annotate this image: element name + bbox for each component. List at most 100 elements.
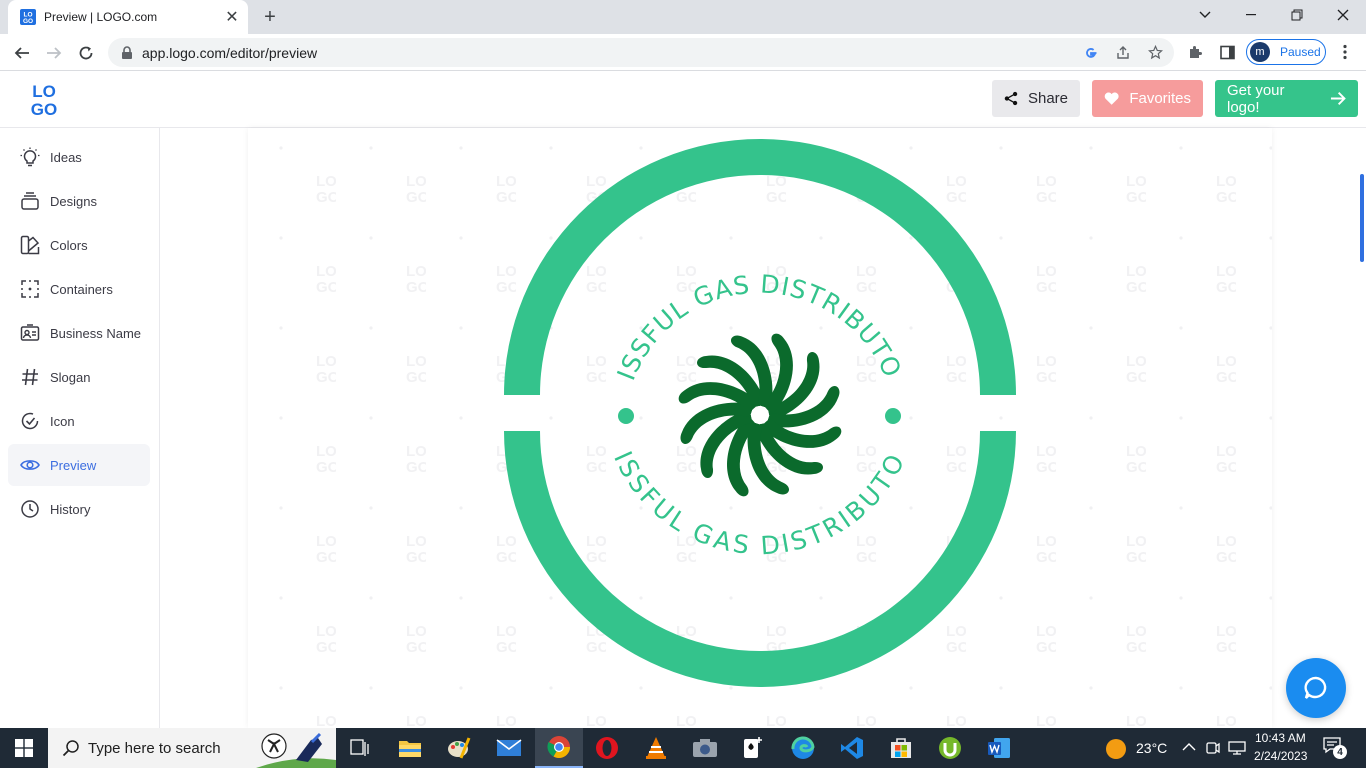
chat-support-button[interactable] (1286, 658, 1346, 718)
solitaire-icon[interactable] (729, 728, 777, 768)
url-text: app.logo.com/editor/preview (142, 44, 318, 61)
sidebar-item-colors[interactable]: Colors (8, 224, 150, 266)
heart-icon (1104, 92, 1119, 105)
temperature[interactable]: 23°C (1136, 740, 1167, 756)
search-highlight-image-icon (256, 728, 336, 768)
sidebar-item-preview[interactable]: Preview (8, 444, 150, 486)
avatar: m (1250, 42, 1270, 62)
sidebar-item-business-name[interactable]: Business Name (8, 312, 150, 354)
right-dot (885, 408, 901, 424)
network-icon[interactable] (1228, 740, 1246, 756)
get-your-logo-button[interactable]: Get your logo! (1215, 80, 1358, 117)
sidebar-item-label: Designs (50, 193, 97, 209)
sidebar-item-label: Business Name (50, 325, 142, 341)
sidebar-item-label: History (50, 501, 91, 517)
profile-status: Paused (1280, 45, 1321, 59)
utorrent-icon[interactable] (926, 728, 974, 768)
svg-text:LO: LO (32, 82, 56, 101)
vlc-icon[interactable] (632, 728, 680, 768)
svg-text:GO: GO (23, 18, 33, 25)
scrollbar-thumb[interactable] (1360, 174, 1364, 262)
svg-text:GO: GO (31, 100, 57, 117)
side-panel-icon[interactable] (1214, 39, 1240, 65)
clock-date[interactable]: 2/24/2023 (1254, 749, 1307, 763)
camera-icon[interactable] (681, 728, 729, 768)
windows-start-button[interactable] (0, 728, 48, 768)
forward-arrow-icon[interactable] (40, 39, 68, 67)
google-icon[interactable] (1078, 40, 1104, 66)
search-placeholder: Type here to search (88, 739, 221, 757)
clock-icon (21, 500, 39, 518)
sidebar-item-ideas[interactable]: Ideas (8, 136, 150, 178)
address-bar[interactable]: app.logo.com/editor/preview (108, 38, 1174, 67)
microsoft-store-icon[interactable] (877, 728, 925, 768)
edge-icon[interactable] (779, 728, 827, 768)
tab-close-icon[interactable]: ✕ (222, 7, 242, 27)
mail-icon[interactable] (485, 728, 533, 768)
sidebar-item-icon[interactable]: Icon (8, 400, 150, 442)
sidebar-item-label: Preview (50, 457, 97, 473)
windows-taskbar: Type here to search 23°C 10:43 AM 2/24/2… (0, 728, 1366, 768)
favorites-label: Favorites (1129, 90, 1191, 107)
favorites-button[interactable]: Favorites (1092, 80, 1203, 117)
new-tab-button[interactable]: + (258, 5, 282, 29)
get-logo-label: Get your logo! (1227, 81, 1285, 116)
browser-toolbar: app.logo.com/editor/preview m Paused (0, 34, 1366, 71)
weather-sun-icon[interactable] (1105, 738, 1127, 760)
tab-search-chevron-icon[interactable] (1182, 0, 1228, 30)
share-page-icon[interactable] (1110, 40, 1136, 66)
show-hidden-icons-chevron-icon[interactable] (1182, 742, 1196, 752)
logo-preview-canvas: LO GO (248, 128, 1272, 728)
logo-com-logo[interactable]: LO GO (26, 81, 62, 117)
lightbulb-icon (20, 147, 40, 167)
left-dot (618, 408, 634, 424)
reload-icon[interactable] (72, 39, 100, 67)
file-explorer-icon[interactable] (386, 728, 434, 768)
paint-icon[interactable] (435, 728, 483, 768)
restore-button[interactable] (1274, 0, 1320, 30)
windows-logo-icon (15, 739, 33, 757)
back-arrow-icon[interactable] (8, 39, 36, 67)
search-icon (62, 740, 79, 757)
extensions-puzzle-icon[interactable] (1182, 39, 1208, 65)
logo-preview-svg: LO GO (248, 128, 1272, 728)
minimize-button[interactable] (1228, 0, 1274, 30)
app-header: LO GO Share Favorites Get your logo! (0, 71, 1366, 128)
profile-button[interactable]: m Paused (1246, 39, 1326, 65)
close-window-button[interactable] (1320, 0, 1366, 30)
word-icon[interactable] (975, 728, 1023, 768)
tab-title: Preview | LOGO.com (44, 10, 158, 24)
sidebar-item-slogan[interactable]: Slogan (8, 356, 150, 398)
chat-bubble-icon (1304, 676, 1327, 699)
bookmark-star-icon[interactable] (1142, 40, 1168, 66)
sidebar-item-history[interactable]: History (8, 488, 150, 530)
sidebar-item-designs[interactable]: Designs (8, 180, 150, 222)
eye-icon (20, 460, 40, 470)
browser-tab-bar: LO GO Preview | LOGO.com ✕ + (0, 0, 1366, 34)
browser-tab[interactable]: LO GO Preview | LOGO.com ✕ (8, 0, 248, 34)
editor-sidebar: Ideas Designs Colors Containers Business… (0, 128, 160, 728)
share-button[interactable]: Share (992, 80, 1080, 117)
browser-menu-icon[interactable] (1332, 39, 1358, 65)
sidebar-item-containers[interactable]: Containers (8, 268, 150, 310)
meet-now-icon[interactable] (1206, 740, 1220, 756)
id-card-icon (20, 324, 40, 341)
container-icon (21, 280, 39, 298)
logo-favicon-icon: LO GO (20, 9, 36, 25)
page-scrollbar[interactable] (1358, 128, 1366, 728)
sidebar-item-label: Containers (50, 281, 113, 297)
share-icon (1004, 91, 1018, 106)
clock-time[interactable]: 10:43 AM (1255, 731, 1306, 745)
notification-center-button[interactable]: 4 (1322, 736, 1348, 760)
vscode-icon[interactable] (828, 728, 876, 768)
opera-icon[interactable] (583, 728, 631, 768)
sidebar-item-label: Slogan (50, 369, 91, 385)
palette-icon (20, 235, 40, 255)
sidebar-item-label: Ideas (50, 149, 82, 165)
taskbar-search-box[interactable]: Type here to search (48, 728, 336, 768)
chrome-icon[interactable] (535, 728, 583, 768)
sidebar-item-label: Colors (50, 237, 88, 253)
arrow-right-icon (1330, 92, 1346, 105)
sidebar-item-label: Icon (50, 413, 75, 429)
task-view-icon[interactable] (336, 728, 384, 768)
